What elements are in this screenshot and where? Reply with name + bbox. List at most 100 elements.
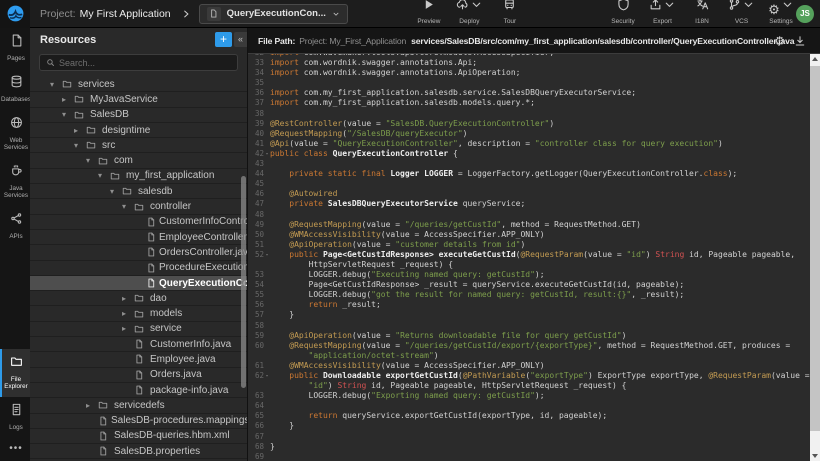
scroll-down-icon[interactable] <box>812 454 818 458</box>
tree-item[interactable]: ▸models <box>30 306 247 321</box>
search-icon <box>46 58 55 67</box>
tree-item[interactable]: OrdersController.java <box>30 245 247 260</box>
code-line: 35 <box>248 78 820 88</box>
translate-icon <box>696 0 709 16</box>
code-text: return queryService.exportGetCustId(expo… <box>270 411 607 421</box>
rail-item-web-services[interactable]: Web Services <box>0 110 30 158</box>
folder-icon <box>134 309 147 319</box>
tree-item[interactable]: ProcedureExecutionController.java <box>30 261 247 276</box>
database-icon <box>10 75 23 93</box>
tree-item[interactable]: ▾salesdb <box>30 184 247 199</box>
download-file-icon[interactable] <box>794 35 806 47</box>
rail-item-java-services[interactable]: Java Services <box>0 158 30 206</box>
code-text: @RequestMapping(value = "/queries/getCus… <box>270 220 641 230</box>
rail-item-more[interactable]: ••• <box>0 438 30 461</box>
security-button[interactable]: Security <box>610 3 636 25</box>
deploy-button[interactable]: Deploy <box>456 3 483 25</box>
editor-scrollbar[interactable] <box>810 54 820 461</box>
line-number: 45 <box>248 179 264 189</box>
add-resource-button[interactable]: + <box>215 32 232 47</box>
tree-item[interactable]: SalesDB.properties <box>30 444 247 459</box>
line-number <box>248 381 264 391</box>
caret-expanded-icon[interactable]: ▾ <box>50 80 62 89</box>
caret-expanded-icon[interactable]: ▾ <box>62 110 74 119</box>
tree-item[interactable]: ▸servicedefs <box>30 398 247 413</box>
file-path-actions: ⚙ <box>774 28 806 54</box>
security-label: Security <box>611 18 634 25</box>
caret-collapsed-icon[interactable]: ▸ <box>74 126 86 135</box>
code-text: } <box>270 421 294 431</box>
settings-button[interactable]: ⚙Settings <box>768 3 794 25</box>
tree-item[interactable]: SalesDB-procedures.mappings.json <box>30 414 247 429</box>
fold-gutter <box>264 401 270 411</box>
tree-item-label: dao <box>150 293 167 304</box>
code-line: 63 LOGGER.debug("Exporting named query: … <box>248 391 820 401</box>
tree-item[interactable]: ▸ dao <box>30 291 247 306</box>
file-explorer-label: File Explorer <box>2 376 30 390</box>
caret-collapsed-icon[interactable]: ▸ <box>86 401 98 410</box>
caret-collapsed-icon[interactable]: ▸ <box>62 95 74 104</box>
code-line: 56 return _result; <box>248 300 820 310</box>
caret-expanded-icon[interactable]: ▾ <box>86 156 98 165</box>
rail-item-apis[interactable]: APIs <box>0 206 30 247</box>
tree-item[interactable]: ▸ service <box>30 322 247 337</box>
tree-item[interactable]: package-info.java <box>30 383 247 398</box>
caret-collapsed-icon[interactable]: ▸ <box>122 294 134 303</box>
rail-item-pages[interactable]: Pages <box>0 28 30 69</box>
editor-scrollbar-thumb[interactable] <box>810 66 820 431</box>
i18n-button[interactable]: I18N <box>689 3 715 25</box>
tree-item[interactable]: ▾services <box>30 77 247 92</box>
line-number: 59 <box>248 331 264 341</box>
line-number: 37 <box>248 98 264 108</box>
caret-expanded-icon[interactable]: ▾ <box>122 202 134 211</box>
vcs-button[interactable]: VCS <box>728 3 755 25</box>
code-text: } <box>270 310 294 320</box>
tree-item[interactable]: ▾com <box>30 153 247 168</box>
tree-item-label: service <box>150 323 182 334</box>
tree-item[interactable]: CustomerInfoController.java <box>30 215 247 230</box>
file-settings-gear-icon[interactable]: ⚙ <box>774 35 785 47</box>
line-number: 55 <box>248 290 264 300</box>
code-line: 36import com.my_first_application.salesd… <box>248 88 820 98</box>
line-number: 52 <box>248 250 264 260</box>
caret-expanded-icon[interactable]: ▾ <box>74 141 86 150</box>
tree-item[interactable]: ▸designtime <box>30 123 247 138</box>
tree-item-label: QueryExecutionController.java <box>159 278 247 289</box>
user-avatar[interactable]: JS <box>796 5 814 23</box>
rail-item-databases[interactable]: Databases <box>0 69 30 110</box>
caret-collapsed-icon[interactable]: ▸ <box>122 309 134 318</box>
tree-item[interactable]: EmployeeController.java <box>30 230 247 245</box>
line-number: 62 <box>248 371 264 381</box>
rail-item-logs[interactable]: Logs <box>0 397 30 438</box>
tree-item[interactable]: QueryExecutionController.java <box>30 276 247 291</box>
tree-item[interactable]: ▾src <box>30 138 247 153</box>
open-file-tab-dropdown[interactable]: QueryExecutionCon... <box>199 4 348 24</box>
wavemaker-logo-icon[interactable] <box>0 0 30 28</box>
tree-scrollbar-thumb[interactable] <box>241 176 246 388</box>
caret-collapsed-icon[interactable]: ▸ <box>122 324 134 333</box>
export-button[interactable]: Export <box>649 3 676 25</box>
tree-item[interactable]: ▾controller <box>30 199 247 214</box>
tree-item[interactable]: Employee.java <box>30 352 247 367</box>
code-line: 34import com.wordnik.swagger.annotations… <box>248 68 820 78</box>
tree-item[interactable]: CustomerInfo.java <box>30 337 247 352</box>
search-input[interactable] <box>59 58 231 68</box>
project-breadcrumb[interactable]: Project: My First Application <box>40 8 171 20</box>
tree-item[interactable]: Orders.java <box>30 368 247 383</box>
tree-item-label: MyJavaService <box>90 94 158 105</box>
rail-item-file-explorer[interactable]: File Explorer <box>0 349 30 397</box>
code-editor[interactable]: 32import com.wavemaker.tools.api.core.mo… <box>248 54 820 461</box>
collapse-panel-button[interactable]: « <box>234 32 247 47</box>
code-text: private static final Logger LOGGER = Log… <box>270 169 737 179</box>
file-icon <box>134 385 147 395</box>
tree-item[interactable]: ▸ MyJavaService <box>30 92 247 107</box>
tour-button[interactable]: Tour <box>497 3 523 25</box>
caret-expanded-icon[interactable]: ▾ <box>110 187 122 196</box>
caret-down-icon <box>470 0 483 16</box>
tree-item[interactable]: ▾SalesDB <box>30 108 247 123</box>
tree-item[interactable]: ▾my_first_application <box>30 169 247 184</box>
tree-item[interactable]: SalesDB-queries.hbm.xml <box>30 429 247 444</box>
preview-button[interactable]: Preview <box>416 3 442 25</box>
caret-expanded-icon[interactable]: ▾ <box>98 171 110 180</box>
scroll-up-icon[interactable] <box>812 57 818 61</box>
